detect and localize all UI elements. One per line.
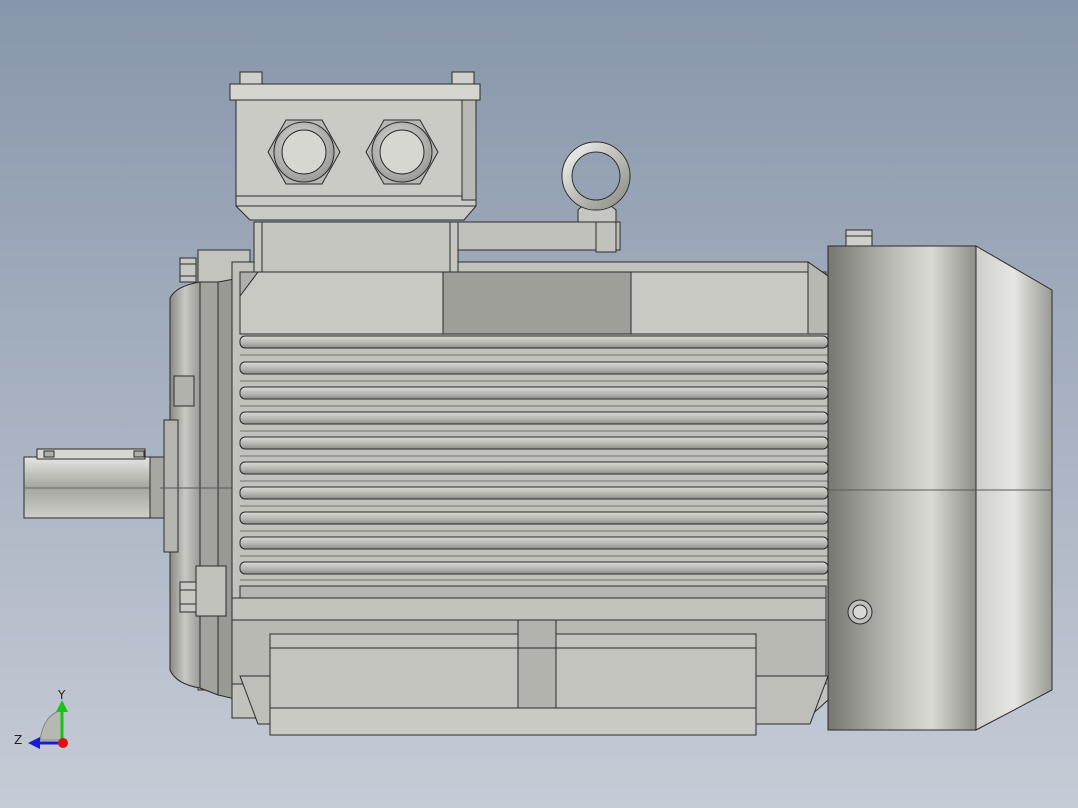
z-axis-label: Z bbox=[14, 733, 22, 747]
y-axis-label: Y bbox=[57, 688, 66, 702]
mounting-foot[interactable] bbox=[239, 619, 829, 736]
flange-bolt-top bbox=[179, 257, 197, 283]
fan-cover[interactable] bbox=[827, 229, 1053, 731]
x-axis-dot-icon bbox=[58, 738, 68, 748]
axis-triad: Y Z bbox=[14, 688, 68, 749]
nameplate bbox=[442, 271, 632, 335]
output-shaft[interactable] bbox=[23, 448, 165, 519]
motor-model[interactable]: Y Z bbox=[0, 0, 1078, 808]
grease-nipple-icon bbox=[847, 599, 873, 625]
cad-viewport[interactable]: Y Z bbox=[0, 0, 1078, 808]
z-arrowhead-icon bbox=[28, 737, 40, 749]
triad-quadrant-icon bbox=[39, 709, 63, 741]
flange-bolt-bottom bbox=[179, 581, 197, 613]
